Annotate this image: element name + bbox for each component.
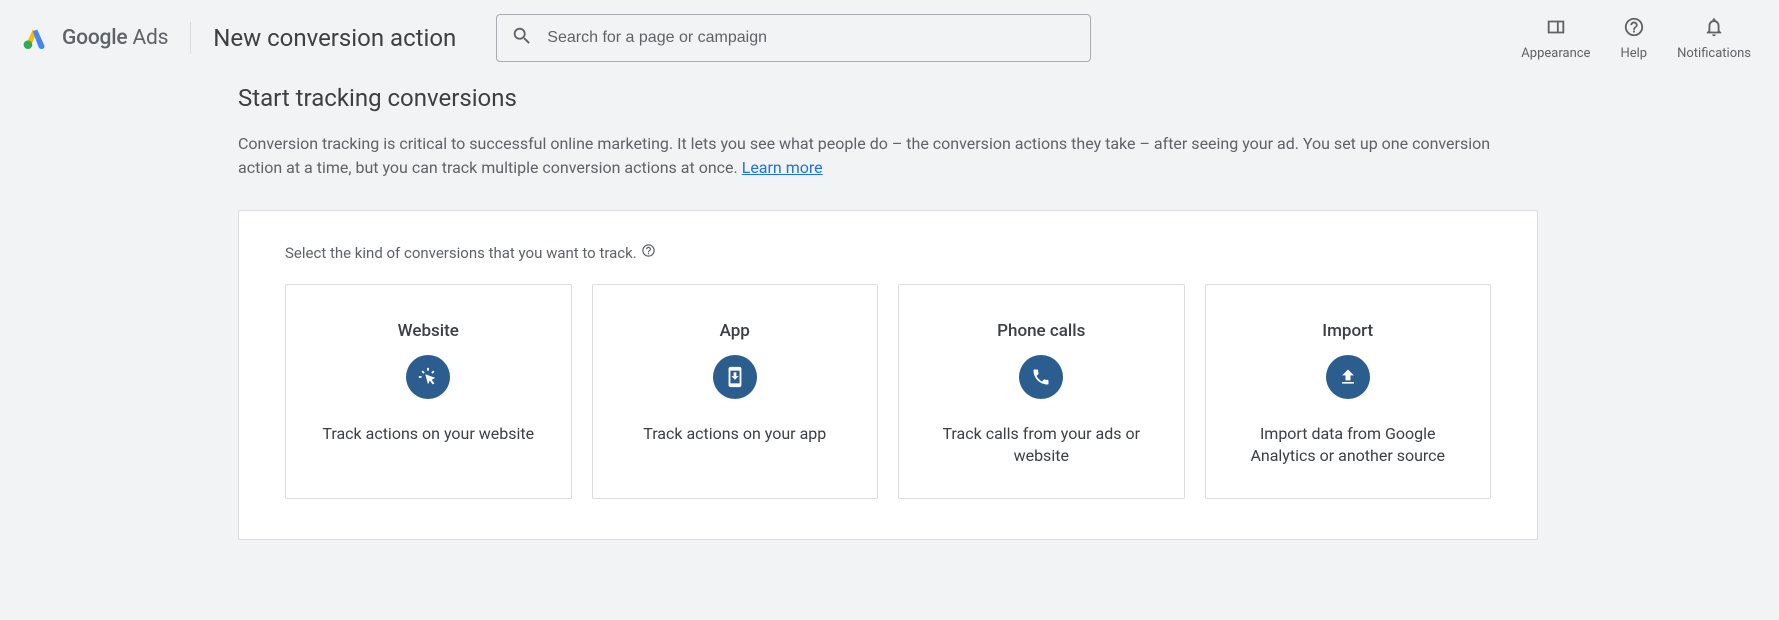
option-title: Phone calls: [997, 321, 1085, 341]
help-tooltip-icon[interactable]: [641, 243, 656, 262]
option-title: App: [720, 321, 750, 341]
conversion-type-panel: Select the kind of conversions that you …: [238, 210, 1538, 540]
help-icon: [1623, 16, 1645, 42]
upload-icon: [1326, 355, 1370, 399]
option-description: Track actions on your website: [322, 423, 534, 445]
appearance-button[interactable]: Appearance: [1521, 16, 1590, 61]
search-input[interactable]: [547, 29, 1076, 47]
phone-icon: [1019, 355, 1063, 399]
header: Google Ads New conversion action Appeara…: [0, 0, 1779, 76]
search-icon: [511, 25, 533, 51]
phone-download-icon: [713, 355, 757, 399]
help-button[interactable]: Help: [1620, 16, 1647, 61]
option-description: Track actions on your app: [643, 423, 826, 445]
logo-text: Google Ads: [62, 26, 168, 50]
search-container: [496, 14, 1505, 62]
notifications-label: Notifications: [1677, 46, 1751, 61]
options-grid: Website Track actions on your website Ap…: [285, 284, 1491, 499]
option-title: Website: [398, 321, 459, 341]
appearance-label: Appearance: [1521, 46, 1590, 61]
option-app[interactable]: App Track actions on your app: [592, 284, 879, 499]
option-phone-calls[interactable]: Phone calls Track calls from your ads or…: [898, 284, 1185, 499]
header-actions: Appearance Help Notifications: [1521, 16, 1757, 61]
header-divider: [190, 22, 191, 54]
prompt-text: Select the kind of conversions that you …: [285, 244, 637, 262]
search-box[interactable]: [496, 14, 1091, 62]
bell-icon: [1703, 16, 1725, 42]
option-description: Import data from Google Analytics or ano…: [1226, 423, 1471, 468]
section-title: Start tracking conversions: [238, 84, 1540, 112]
option-website[interactable]: Website Track actions on your website: [285, 284, 572, 499]
notifications-button[interactable]: Notifications: [1677, 16, 1751, 61]
logo-section: Google Ads: [22, 23, 168, 53]
page-title: New conversion action: [213, 24, 456, 52]
help-label: Help: [1620, 46, 1647, 61]
google-ads-logo-icon: [22, 23, 48, 53]
option-import[interactable]: Import Import data from Google Analytics…: [1205, 284, 1492, 499]
section-description: Conversion tracking is critical to succe…: [238, 132, 1508, 180]
main-content: Start tracking conversions Conversion tr…: [0, 76, 1540, 540]
learn-more-link[interactable]: Learn more: [742, 158, 823, 177]
option-title: Import: [1322, 321, 1373, 341]
card-prompt: Select the kind of conversions that you …: [285, 243, 1491, 262]
appearance-icon: [1545, 16, 1567, 42]
option-description: Track calls from your ads or website: [919, 423, 1164, 468]
cursor-click-icon: [406, 355, 450, 399]
